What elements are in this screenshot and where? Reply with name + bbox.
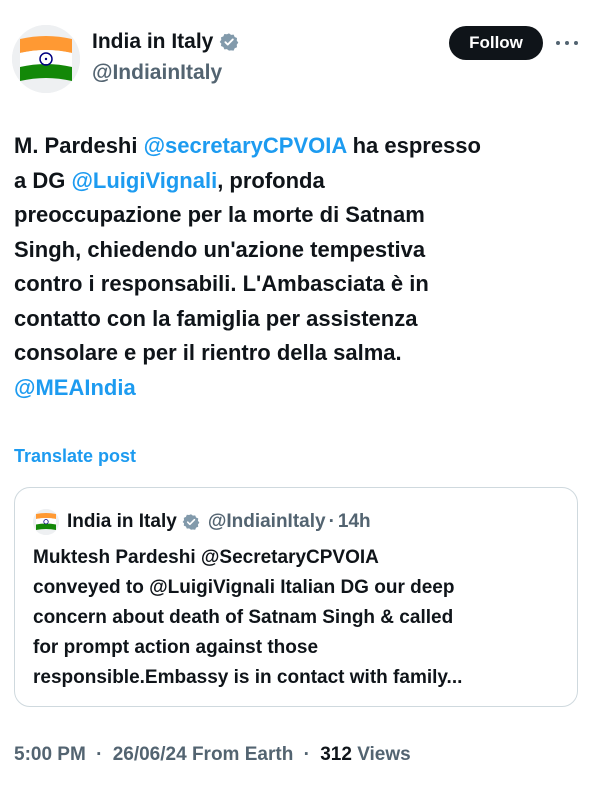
quoted-text-line: for prompt action against those xyxy=(33,637,319,658)
post-date[interactable]: 26/06/24 xyxy=(113,744,187,765)
quoted-timestamp: 14h xyxy=(337,511,371,532)
tweet-text-line: M. Pardeshi @secretaryCPVOIA ha espresso xyxy=(14,129,579,164)
mention-link[interactable]: @MEAIndia xyxy=(14,375,136,400)
post-source: From Earth xyxy=(191,744,294,765)
tweet-text-line: contatto con la famiglia per assistenza xyxy=(14,302,579,337)
india-flag-icon xyxy=(12,25,80,93)
quoted-author-handle: @IndiainItaly xyxy=(207,511,326,532)
tweet-text-line: contro i responsabili. L'Ambasciata è in xyxy=(14,267,579,302)
views-count: 312 xyxy=(320,744,352,765)
tweet-text-segment: Singh, chiedendo un'azione tempestiva xyxy=(14,236,426,262)
quoted-separator: · xyxy=(328,511,335,532)
views-label: Views xyxy=(357,744,411,765)
tweet-text-line: preoccupazione per la morte di Satnam xyxy=(14,198,579,233)
translate-post-link[interactable]: Translate post xyxy=(14,446,136,467)
follow-button[interactable]: Follow xyxy=(449,26,543,60)
india-flag-icon xyxy=(33,509,59,535)
more-options-icon[interactable] xyxy=(556,32,578,54)
mention-link[interactable]: @LuigiVignali xyxy=(71,168,217,193)
post-time[interactable]: 5:00 PM xyxy=(14,744,86,765)
quoted-tweet-card[interactable]: India in Italy @IndiainItaly · 14h Mukte… xyxy=(14,487,578,707)
tweet-text-line: a DG @LuigiVignali, profonda xyxy=(14,164,579,199)
tweet-text-segment: ha espresso xyxy=(346,133,481,158)
tweet-meta: 5:00 PM · 26/06/24 From Earth · 312 View… xyxy=(14,744,411,766)
tweet-text-segment: contro i responsabili. L'Ambasciata è in xyxy=(14,271,429,296)
tweet-text-segment: M. Pardeshi xyxy=(14,133,144,158)
more-dot xyxy=(556,41,560,45)
quoted-text-line: concern about death of Satnam Singh & ca… xyxy=(33,607,454,628)
tweet-text-line: Singh, chiedendo un'azione tempestiva xyxy=(14,233,579,268)
tweet-text-segment: a DG xyxy=(14,167,72,193)
tweet-text-segment: preoccupazione per la morte di Satnam xyxy=(14,202,425,227)
tweet-text-segment: , profonda xyxy=(217,167,325,193)
author-display-name[interactable]: India in Italy xyxy=(92,28,213,56)
tweet-text-line: consolare e per il rientro della salma. xyxy=(14,336,579,371)
tweet-text-segment: consolare e per il rientro della salma. xyxy=(14,340,402,365)
verified-badge-icon xyxy=(220,33,239,51)
quoted-tweet-text: Muktesh Pardeshi @SecretaryCPVOIA convey… xyxy=(33,543,563,693)
more-dot xyxy=(565,41,569,45)
quoted-text-line: responsible.Embassy is in contact with f… xyxy=(33,667,463,688)
meta-separator: · xyxy=(303,744,310,765)
author-handle[interactable]: @IndiainItaly xyxy=(92,58,239,88)
meta-separator: · xyxy=(96,744,103,765)
verified-badge-icon xyxy=(182,514,200,530)
mention-link[interactable]: @secretaryCPVOIA xyxy=(144,133,347,158)
author-info: India in Italy @IndiainItaly xyxy=(92,28,239,88)
tweet-text-segment: contatto con la famiglia per assistenza xyxy=(14,305,418,331)
quoted-author-avatar xyxy=(33,509,59,535)
more-dot xyxy=(574,41,578,45)
tweet-text-line: @MEAIndia xyxy=(14,371,579,406)
author-avatar[interactable] xyxy=(12,25,80,93)
quoted-author-name: India in Italy xyxy=(67,511,177,532)
tweet-text: M. Pardeshi @secretaryCPVOIA ha espresso… xyxy=(14,129,579,405)
quoted-tweet-header: India in Italy @IndiainItaly · 14h xyxy=(33,509,371,535)
quoted-text-line: conveyed to @LuigiVignali Italian DG our… xyxy=(33,577,455,598)
quoted-text-line: Muktesh Pardeshi @SecretaryCPVOIA xyxy=(33,547,379,568)
author-name-row[interactable]: India in Italy xyxy=(92,28,239,56)
